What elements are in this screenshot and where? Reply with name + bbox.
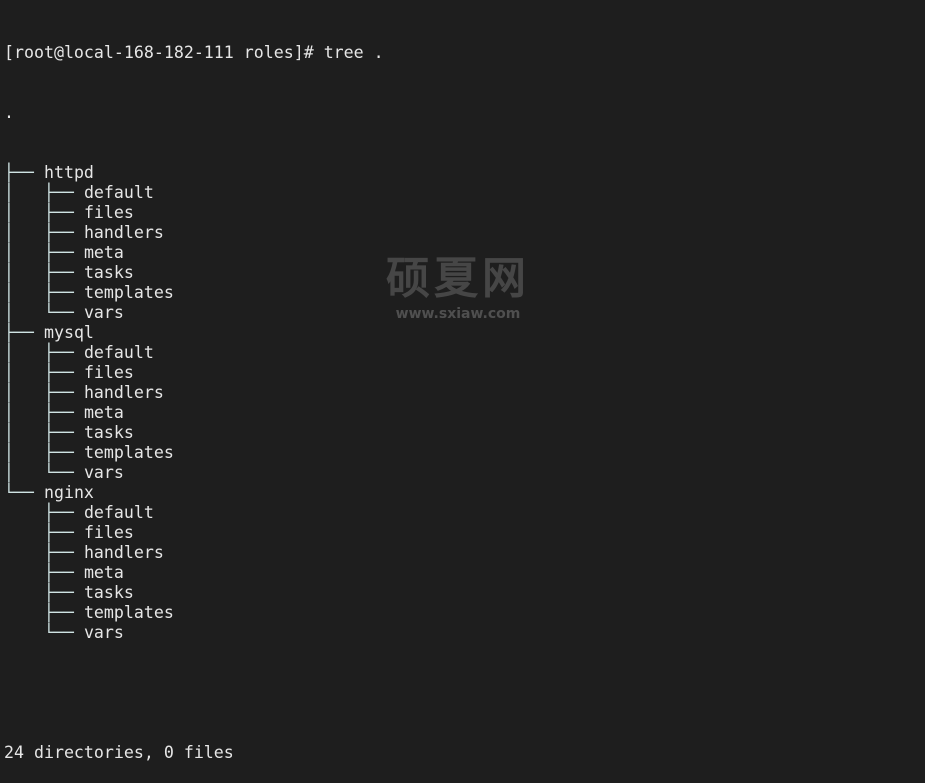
tree-subdir: └── vars: [4, 623, 124, 642]
summary-line: 24 directories, 0 files: [4, 743, 234, 762]
subdir-name: files: [83, 363, 134, 382]
tree-subdir: ├── tasks: [4, 583, 134, 602]
terminal-output: [root@local-168-182-111 roles]# tree . .…: [4, 3, 384, 783]
subdir-name: tasks: [83, 583, 134, 602]
tree-subdir: │ └── vars: [4, 303, 124, 322]
subdir-name: default: [83, 183, 154, 202]
tree-subdir: ├── handlers: [4, 543, 164, 562]
dir-name: httpd: [43, 163, 94, 182]
tree-subdir: │ ├── tasks: [4, 263, 134, 282]
subdir-name: default: [83, 503, 154, 522]
command-line: [root@local-168-182-111 roles]# tree .: [4, 43, 384, 62]
tree-subdir: │ └── vars: [4, 463, 124, 482]
tree-subdir: │ ├── files: [4, 203, 134, 222]
tree-subdir: │ ├── meta: [4, 243, 124, 262]
tree-dir-nginx: └── nginx: [4, 483, 94, 502]
directory-tree: ├── httpd │ ├── default │ ├── files │ ├── h…: [4, 163, 384, 643]
tree-subdir: │ ├── default: [4, 183, 154, 202]
subdir-name: vars: [83, 463, 124, 482]
tree-subdir: │ ├── handlers: [4, 383, 164, 402]
tree-subdir: │ ├── templates: [4, 283, 174, 302]
subdir-name: files: [83, 203, 134, 222]
watermark-url: www.sxiaw.com: [395, 306, 521, 322]
subdir-name: meta: [83, 563, 124, 582]
tree-subdir: │ ├── handlers: [4, 223, 164, 242]
dir-name: mysql: [43, 323, 94, 342]
tree-subdir: │ ├── default: [4, 343, 154, 362]
tree-subdir: ├── files: [4, 523, 134, 542]
subdir-name: templates: [83, 443, 174, 462]
tree-subdir: ├── meta: [4, 563, 124, 582]
tree-subdir: ├── templates: [4, 603, 174, 622]
subdir-name: meta: [83, 403, 124, 422]
subdir-name: vars: [83, 303, 124, 322]
watermark: 硕夏网 www.sxiaw.com: [386, 252, 530, 322]
dir-name: nginx: [43, 483, 94, 502]
subdir-name: vars: [83, 623, 124, 642]
subdir-name: templates: [83, 603, 174, 622]
subdir-name: meta: [83, 243, 124, 262]
tree-root: .: [4, 103, 14, 122]
subdir-name: files: [83, 523, 134, 542]
subdir-name: default: [83, 343, 154, 362]
tree-dir-mysql: ├── mysql: [4, 323, 94, 342]
tree-subdir: │ ├── templates: [4, 443, 174, 462]
tree-subdir: │ ├── tasks: [4, 423, 134, 442]
subdir-name: handlers: [83, 223, 164, 242]
subdir-name: handlers: [83, 383, 164, 402]
watermark-text: 硕夏网: [386, 253, 530, 304]
tree-subdir: ├── default: [4, 503, 154, 522]
tree-dir-httpd: ├── httpd: [4, 163, 94, 182]
tree-subdir: │ ├── files: [4, 363, 134, 382]
subdir-name: handlers: [83, 543, 164, 562]
tree-subdir: │ ├── meta: [4, 403, 124, 422]
subdir-name: tasks: [83, 423, 134, 442]
subdir-name: tasks: [83, 263, 134, 282]
subdir-name: templates: [83, 283, 174, 302]
